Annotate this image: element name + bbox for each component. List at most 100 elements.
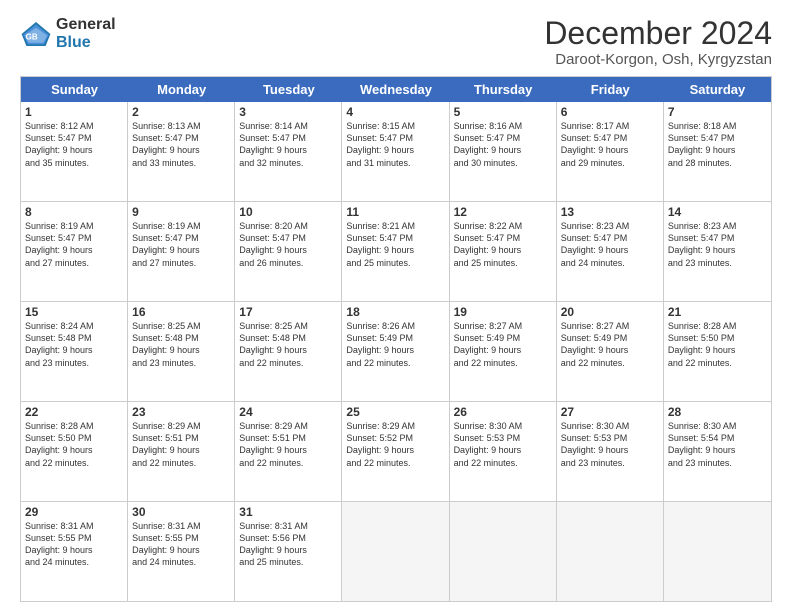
table-row — [342, 502, 449, 601]
cell-info: Sunrise: 8:17 AMSunset: 5:47 PMDaylight:… — [561, 121, 630, 167]
day-number: 14 — [668, 205, 767, 219]
day-number: 18 — [346, 305, 444, 319]
cell-info: Sunrise: 8:29 AMSunset: 5:51 PMDaylight:… — [239, 421, 308, 467]
day-number: 23 — [132, 405, 230, 419]
cell-info: Sunrise: 8:16 AMSunset: 5:47 PMDaylight:… — [454, 121, 523, 167]
calendar-header: Sunday Monday Tuesday Wednesday Thursday… — [21, 77, 771, 102]
header-monday: Monday — [128, 77, 235, 102]
location-subtitle: Daroot-Korgon, Osh, Kyrgyzstan — [544, 51, 772, 68]
cell-info: Sunrise: 8:23 AMSunset: 5:47 PMDaylight:… — [561, 221, 630, 267]
month-title: December 2024 — [544, 16, 772, 51]
logo-icon: GB — [20, 18, 52, 50]
day-number: 17 — [239, 305, 337, 319]
cell-info: Sunrise: 8:25 AMSunset: 5:48 PMDaylight:… — [239, 321, 308, 367]
cell-info: Sunrise: 8:30 AMSunset: 5:54 PMDaylight:… — [668, 421, 737, 467]
header-wednesday: Wednesday — [342, 77, 449, 102]
day-number: 28 — [668, 405, 767, 419]
day-number: 30 — [132, 505, 230, 519]
table-row: 5 Sunrise: 8:16 AMSunset: 5:47 PMDayligh… — [450, 102, 557, 201]
cell-info: Sunrise: 8:29 AMSunset: 5:52 PMDaylight:… — [346, 421, 415, 467]
table-row — [557, 502, 664, 601]
header-tuesday: Tuesday — [235, 77, 342, 102]
day-number: 11 — [346, 205, 444, 219]
day-number: 24 — [239, 405, 337, 419]
header-thursday: Thursday — [450, 77, 557, 102]
cell-info: Sunrise: 8:19 AMSunset: 5:47 PMDaylight:… — [25, 221, 94, 267]
cell-info: Sunrise: 8:21 AMSunset: 5:47 PMDaylight:… — [346, 221, 415, 267]
cell-info: Sunrise: 8:31 AMSunset: 5:55 PMDaylight:… — [132, 521, 201, 567]
table-row: 15 Sunrise: 8:24 AMSunset: 5:48 PMDaylig… — [21, 302, 128, 401]
cell-info: Sunrise: 8:20 AMSunset: 5:47 PMDaylight:… — [239, 221, 308, 267]
cell-info: Sunrise: 8:31 AMSunset: 5:55 PMDaylight:… — [25, 521, 94, 567]
cell-info: Sunrise: 8:30 AMSunset: 5:53 PMDaylight:… — [454, 421, 523, 467]
cell-info: Sunrise: 8:22 AMSunset: 5:47 PMDaylight:… — [454, 221, 523, 267]
cell-info: Sunrise: 8:15 AMSunset: 5:47 PMDaylight:… — [346, 121, 415, 167]
table-row: 25 Sunrise: 8:29 AMSunset: 5:52 PMDaylig… — [342, 402, 449, 501]
day-number: 26 — [454, 405, 552, 419]
table-row: 29 Sunrise: 8:31 AMSunset: 5:55 PMDaylig… — [21, 502, 128, 601]
logo: GB General Blue — [20, 16, 116, 51]
table-row: 27 Sunrise: 8:30 AMSunset: 5:53 PMDaylig… — [557, 402, 664, 501]
table-row: 22 Sunrise: 8:28 AMSunset: 5:50 PMDaylig… — [21, 402, 128, 501]
day-number: 19 — [454, 305, 552, 319]
cell-info: Sunrise: 8:29 AMSunset: 5:51 PMDaylight:… — [132, 421, 201, 467]
day-number: 22 — [25, 405, 123, 419]
cell-info: Sunrise: 8:31 AMSunset: 5:56 PMDaylight:… — [239, 521, 308, 567]
table-row: 31 Sunrise: 8:31 AMSunset: 5:56 PMDaylig… — [235, 502, 342, 601]
table-row: 26 Sunrise: 8:30 AMSunset: 5:53 PMDaylig… — [450, 402, 557, 501]
table-row: 16 Sunrise: 8:25 AMSunset: 5:48 PMDaylig… — [128, 302, 235, 401]
cell-info: Sunrise: 8:25 AMSunset: 5:48 PMDaylight:… — [132, 321, 201, 367]
day-number: 1 — [25, 105, 123, 119]
cell-info: Sunrise: 8:27 AMSunset: 5:49 PMDaylight:… — [454, 321, 523, 367]
table-row: 7 Sunrise: 8:18 AMSunset: 5:47 PMDayligh… — [664, 102, 771, 201]
table-row — [450, 502, 557, 601]
table-row: 14 Sunrise: 8:23 AMSunset: 5:47 PMDaylig… — [664, 202, 771, 301]
cell-info: Sunrise: 8:19 AMSunset: 5:47 PMDaylight:… — [132, 221, 201, 267]
day-number: 5 — [454, 105, 552, 119]
calendar-row-4: 22 Sunrise: 8:28 AMSunset: 5:50 PMDaylig… — [21, 401, 771, 501]
svg-text:GB: GB — [26, 32, 38, 41]
cell-info: Sunrise: 8:13 AMSunset: 5:47 PMDaylight:… — [132, 121, 201, 167]
table-row: 3 Sunrise: 8:14 AMSunset: 5:47 PMDayligh… — [235, 102, 342, 201]
table-row: 10 Sunrise: 8:20 AMSunset: 5:47 PMDaylig… — [235, 202, 342, 301]
table-row: 11 Sunrise: 8:21 AMSunset: 5:47 PMDaylig… — [342, 202, 449, 301]
day-number: 10 — [239, 205, 337, 219]
day-number: 6 — [561, 105, 659, 119]
table-row: 21 Sunrise: 8:28 AMSunset: 5:50 PMDaylig… — [664, 302, 771, 401]
day-number: 4 — [346, 105, 444, 119]
day-number: 2 — [132, 105, 230, 119]
table-row — [664, 502, 771, 601]
page: GB General Blue December 2024 Daroot-Kor… — [0, 0, 792, 612]
table-row: 24 Sunrise: 8:29 AMSunset: 5:51 PMDaylig… — [235, 402, 342, 501]
table-row: 13 Sunrise: 8:23 AMSunset: 5:47 PMDaylig… — [557, 202, 664, 301]
calendar: Sunday Monday Tuesday Wednesday Thursday… — [20, 76, 772, 602]
header-friday: Friday — [557, 77, 664, 102]
day-number: 20 — [561, 305, 659, 319]
table-row: 9 Sunrise: 8:19 AMSunset: 5:47 PMDayligh… — [128, 202, 235, 301]
day-number: 27 — [561, 405, 659, 419]
day-number: 3 — [239, 105, 337, 119]
day-number: 25 — [346, 405, 444, 419]
cell-info: Sunrise: 8:14 AMSunset: 5:47 PMDaylight:… — [239, 121, 308, 167]
table-row: 8 Sunrise: 8:19 AMSunset: 5:47 PMDayligh… — [21, 202, 128, 301]
day-number: 29 — [25, 505, 123, 519]
day-number: 8 — [25, 205, 123, 219]
table-row: 19 Sunrise: 8:27 AMSunset: 5:49 PMDaylig… — [450, 302, 557, 401]
day-number: 16 — [132, 305, 230, 319]
table-row: 4 Sunrise: 8:15 AMSunset: 5:47 PMDayligh… — [342, 102, 449, 201]
header-sunday: Sunday — [21, 77, 128, 102]
table-row: 12 Sunrise: 8:22 AMSunset: 5:47 PMDaylig… — [450, 202, 557, 301]
cell-info: Sunrise: 8:28 AMSunset: 5:50 PMDaylight:… — [668, 321, 737, 367]
day-number: 7 — [668, 105, 767, 119]
table-row: 28 Sunrise: 8:30 AMSunset: 5:54 PMDaylig… — [664, 402, 771, 501]
cell-info: Sunrise: 8:12 AMSunset: 5:47 PMDaylight:… — [25, 121, 94, 167]
day-number: 13 — [561, 205, 659, 219]
table-row: 17 Sunrise: 8:25 AMSunset: 5:48 PMDaylig… — [235, 302, 342, 401]
cell-info: Sunrise: 8:27 AMSunset: 5:49 PMDaylight:… — [561, 321, 630, 367]
calendar-row-3: 15 Sunrise: 8:24 AMSunset: 5:48 PMDaylig… — [21, 301, 771, 401]
cell-info: Sunrise: 8:23 AMSunset: 5:47 PMDaylight:… — [668, 221, 737, 267]
day-number: 12 — [454, 205, 552, 219]
calendar-row-1: 1 Sunrise: 8:12 AMSunset: 5:47 PMDayligh… — [21, 102, 771, 201]
table-row: 30 Sunrise: 8:31 AMSunset: 5:55 PMDaylig… — [128, 502, 235, 601]
cell-info: Sunrise: 8:26 AMSunset: 5:49 PMDaylight:… — [346, 321, 415, 367]
